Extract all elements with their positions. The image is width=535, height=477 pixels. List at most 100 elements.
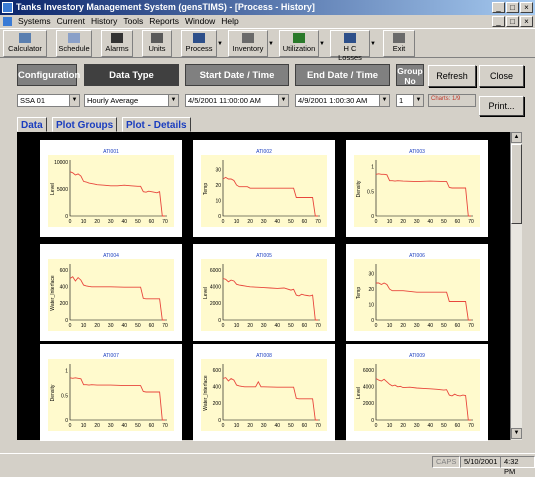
chevron-down-icon[interactable]: ▼ bbox=[278, 95, 288, 106]
x-tick-label: 70 bbox=[468, 423, 474, 429]
minimize-button[interactable]: _ bbox=[492, 2, 505, 13]
chevron-down-icon[interactable]: ▼ bbox=[168, 95, 178, 106]
x-tick-label: 40 bbox=[275, 423, 281, 429]
child-restore-button[interactable]: □ bbox=[506, 16, 519, 27]
chart-panel: 600 400 200 0 0 10 20 30 40 50 60 70 Water_Interface… bbox=[40, 244, 182, 341]
refresh-button[interactable]: Refresh bbox=[428, 65, 476, 87]
y-tick-label: 400 bbox=[213, 385, 222, 391]
inventory-button[interactable]: Inventory ▼ bbox=[228, 30, 274, 57]
menu-tools[interactable]: Tools bbox=[123, 16, 143, 26]
calendar-icon bbox=[68, 33, 80, 43]
calculator-button[interactable]: Calculator bbox=[3, 30, 47, 57]
start-date-header: Start Date / Time bbox=[185, 64, 289, 86]
h-c-losses-button[interactable]: H C Losses ▼ bbox=[330, 30, 376, 62]
menu-history[interactable]: History bbox=[91, 16, 117, 26]
child-close-button[interactable]: × bbox=[520, 16, 533, 27]
x-tick-label: 60 bbox=[455, 219, 461, 225]
x-tick-label: 10 bbox=[387, 423, 393, 429]
app-icon[interactable] bbox=[2, 2, 13, 13]
x-tick-label: 50 bbox=[288, 423, 294, 429]
y-axis-label: Level bbox=[203, 287, 209, 299]
toolbar-label: Units bbox=[148, 44, 166, 53]
tab-plot-groups[interactable]: Plot Groups bbox=[52, 117, 118, 132]
x-tick-label: 60 bbox=[302, 423, 308, 429]
chart-title: ATI005 bbox=[256, 253, 272, 259]
tab-plot-details[interactable]: Plot - Details bbox=[122, 117, 191, 132]
x-tick-label: 0 bbox=[69, 219, 72, 225]
chevron-down-icon[interactable]: ▼ bbox=[370, 31, 376, 58]
x-tick-label: 0 bbox=[375, 423, 378, 429]
chart-title: ATI009 bbox=[409, 353, 425, 359]
chart-panel: 1 0.5 0 0 10 20 30 40 50 60 70 Density ATI003 bbox=[346, 140, 488, 237]
x-tick-label: 0 bbox=[69, 423, 72, 429]
x-tick-label: 10 bbox=[81, 323, 87, 329]
chevron-down-icon[interactable]: ▼ bbox=[319, 31, 325, 58]
units-button[interactable]: Units bbox=[142, 30, 172, 57]
chart-title: ATI004 bbox=[103, 253, 119, 259]
x-tick-label: 20 bbox=[247, 219, 253, 225]
x-tick-label: 70 bbox=[162, 423, 168, 429]
x-tick-label: 60 bbox=[302, 323, 308, 329]
x-tick-label: 70 bbox=[162, 323, 168, 329]
print-button[interactable]: Print... bbox=[479, 96, 524, 116]
start-date-value: 4/5/2001 11:00:00 AM bbox=[188, 96, 261, 105]
chart-panel: 10000 5000 0 0 10 20 30 40 50 60 70 Level ATI001 bbox=[40, 140, 182, 237]
schedule-button[interactable]: Schedule bbox=[56, 30, 92, 57]
chevron-down-icon[interactable]: ▼ bbox=[379, 95, 389, 106]
menu-help[interactable]: Help bbox=[221, 16, 238, 26]
x-tick-label: 30 bbox=[108, 423, 114, 429]
y-tick-label: 4000 bbox=[363, 385, 374, 391]
close-button[interactable]: Close bbox=[479, 65, 524, 87]
y-tick-label: 1 bbox=[371, 165, 374, 171]
gauge-icon bbox=[151, 33, 163, 43]
chevron-down-icon[interactable]: ▼ bbox=[268, 31, 274, 58]
y-tick-label: 1 bbox=[65, 369, 68, 375]
chevron-down-icon[interactable]: ▼ bbox=[69, 95, 79, 106]
vertical-scrollbar[interactable]: ▲ ▼ bbox=[510, 132, 522, 440]
y-tick-label: 0.5 bbox=[367, 189, 374, 195]
alarms-button[interactable]: Alarms bbox=[101, 30, 133, 57]
menu-reports[interactable]: Reports bbox=[149, 16, 179, 26]
x-tick-label: 30 bbox=[261, 323, 267, 329]
menu-current[interactable]: Current bbox=[57, 16, 85, 26]
process-button[interactable]: Process ▼ bbox=[181, 30, 223, 57]
chevron-down-icon[interactable]: ▼ bbox=[413, 95, 423, 106]
exit-button[interactable]: Exit bbox=[383, 30, 415, 57]
x-tick-label: 70 bbox=[468, 219, 474, 225]
chart-panel: 6000 4000 2000 0 0 10 20 30 40 50 60 70 Level ATI005 bbox=[193, 244, 335, 341]
x-tick-label: 10 bbox=[81, 423, 87, 429]
chart-title: ATI007 bbox=[103, 353, 119, 359]
scroll-down-icon[interactable]: ▼ bbox=[511, 428, 522, 439]
x-tick-label: 50 bbox=[135, 323, 141, 329]
scroll-up-icon[interactable]: ▲ bbox=[511, 132, 522, 143]
calculator-icon bbox=[19, 33, 31, 43]
utilization-button[interactable]: Utilization ▼ bbox=[279, 30, 325, 57]
system-menu-icon[interactable] bbox=[3, 17, 12, 27]
menu-systems[interactable]: Systems bbox=[18, 16, 51, 26]
configuration-header: Configuration bbox=[17, 64, 80, 86]
title-bar: Tanks Investory Management System (gensT… bbox=[0, 0, 535, 15]
x-tick-label: 0 bbox=[222, 423, 225, 429]
close-window-button[interactable]: × bbox=[520, 2, 533, 13]
start-date-select[interactable]: 4/5/2001 11:00:00 AM ▼ bbox=[185, 94, 289, 107]
x-tick-label: 40 bbox=[428, 323, 434, 329]
plot-area: 10000 5000 0 0 10 20 30 40 50 60 70 Level ATI001 30 20… bbox=[17, 132, 510, 441]
configuration-select[interactable]: SSA 01 ▼ bbox=[17, 94, 80, 107]
scroll-thumb[interactable] bbox=[511, 144, 522, 224]
charts-count-label: Charts: 1/9 bbox=[428, 94, 476, 107]
group-no-select[interactable]: 1 ▼ bbox=[396, 94, 424, 107]
caps-indicator: CAPS bbox=[432, 456, 461, 468]
menu-window[interactable]: Window bbox=[185, 16, 215, 26]
y-tick-label: 30 bbox=[215, 168, 221, 174]
x-tick-label: 20 bbox=[94, 423, 100, 429]
end-date-select[interactable]: 4/9/2001 1:00:30 AM ▼ bbox=[295, 94, 390, 107]
y-tick-label: 600 bbox=[213, 368, 222, 374]
chevron-down-icon[interactable]: ▼ bbox=[217, 31, 223, 58]
tab-data[interactable]: Data bbox=[17, 117, 47, 132]
child-minimize-button[interactable]: _ bbox=[492, 16, 505, 27]
data-type-select[interactable]: Hourly Average ▼ bbox=[84, 94, 179, 107]
status-time: 4:32 PM bbox=[500, 456, 535, 476]
maximize-button[interactable]: □ bbox=[506, 2, 519, 13]
y-tick-label: 4000 bbox=[210, 285, 221, 291]
x-tick-label: 30 bbox=[261, 423, 267, 429]
